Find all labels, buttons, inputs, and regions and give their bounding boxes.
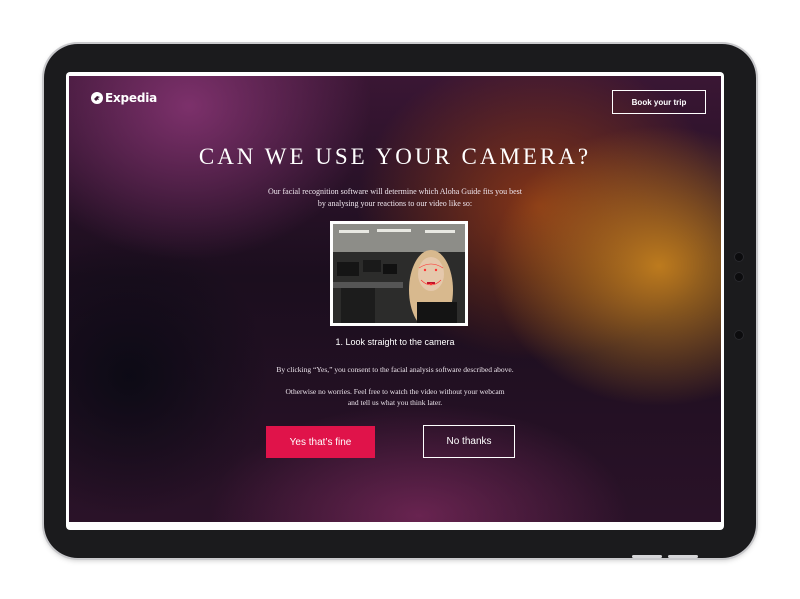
otherwise-text: Otherwise no worries. Feel free to watch… [245,386,545,408]
page-subtitle: Our facial recognition software will det… [245,186,545,210]
plane-globe-icon [91,92,103,104]
video-frame [333,224,465,323]
subtitle-line-1: Our facial recognition software will det… [268,187,522,196]
subtitle-line-2: by analysing your reactions to our video… [317,199,473,208]
decline-camera-button[interactable]: No thanks [423,425,515,458]
step-caption: 1. Look straight to the camera [335,337,455,347]
accept-camera-button[interactable]: Yes that’s fine [266,426,375,458]
app-screen: Expedia Book your trip CAN WE USE YOUR C… [69,76,721,522]
otherwise-line-1: Otherwise no worries. Feel free to watch… [285,387,505,396]
sensor [734,272,744,282]
volume-down-button [668,555,698,558]
volume-up-button [632,555,662,558]
demo-video-thumbnail [330,221,468,326]
book-trip-button[interactable]: Book your trip [612,90,706,114]
consent-text: By clicking “Yes,” you consent to the fa… [276,365,514,374]
front-camera [734,252,744,262]
brand-name: Expedia [105,91,158,105]
otherwise-line-2: and tell us what you think later. [347,398,443,407]
sensor-lower [734,330,744,340]
office-scene-illustration [333,224,465,323]
expedia-logo[interactable]: Expedia [91,91,157,105]
page-title: CAN WE USE YOUR CAMERA? [198,144,592,169]
